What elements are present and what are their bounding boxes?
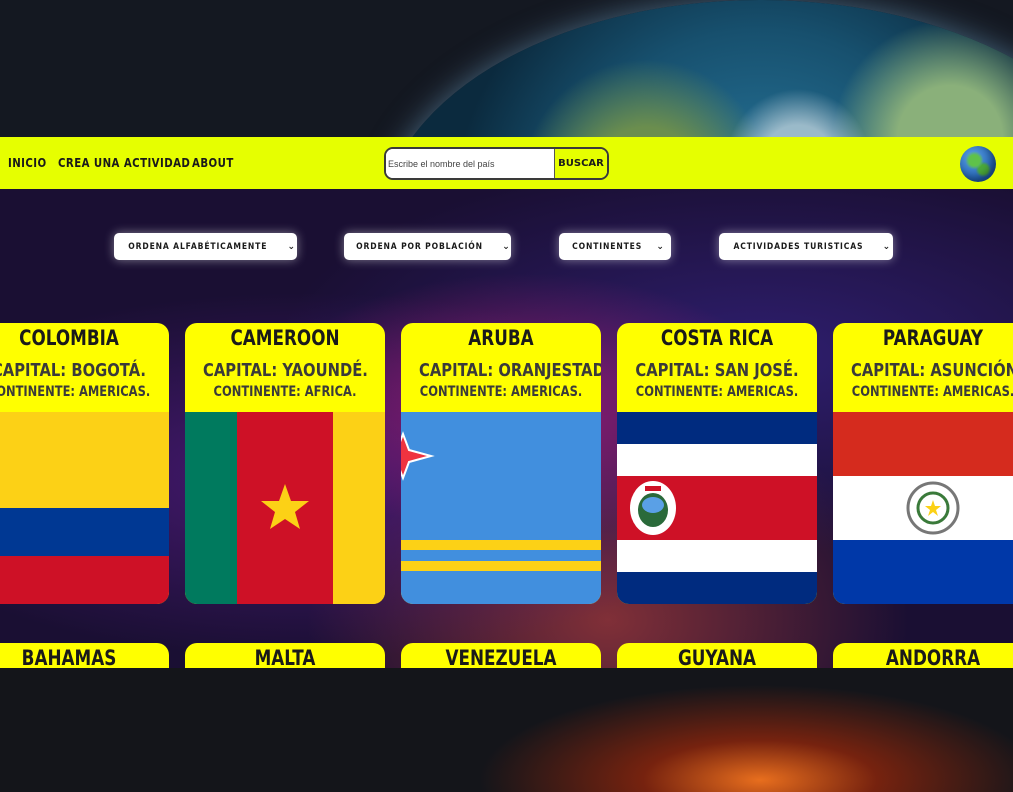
fiery-planet-image	[430, 668, 1013, 792]
paraguay-flag-image	[833, 412, 1013, 604]
country-continent: CONTINENTE: AMERICAS.	[851, 384, 1013, 400]
country-card-bahamas[interactable]: BAHAMAS	[0, 643, 169, 668]
activities-select[interactable]: ACTIVIDADES TURISTICAS ⌄	[719, 233, 893, 260]
country-name: MALTA	[254, 646, 316, 668]
sort-population-select[interactable]: ORDENA POR POBLACIÓN ⌄	[344, 233, 511, 260]
country-name: PARAGUAY	[882, 326, 984, 350]
continents-label: CONTINENTES	[572, 241, 643, 252]
country-name: GUYANA	[677, 646, 757, 668]
country-card-malta[interactable]: MALTA	[185, 643, 385, 668]
colombia-flag-image	[0, 412, 169, 604]
country-continent: CONTINENTE: AMERICAS.	[419, 384, 583, 400]
country-capital: CAPITAL: SAN JOSÉ.	[635, 360, 799, 381]
country-card-guyana[interactable]: GUYANA	[617, 643, 817, 668]
costa-rica-flag-image	[617, 412, 817, 604]
nav-link-inicio[interactable]: INICIO	[8, 156, 46, 170]
chevron-down-icon: ⌄	[502, 241, 510, 251]
country-card-andorra[interactable]: ANDORRA	[833, 643, 1013, 668]
globe-icon[interactable]	[960, 146, 996, 182]
nav-link-about[interactable]: ABOUT	[192, 156, 233, 170]
country-card-colombia[interactable]: COLOMBIA CAPITAL: BOGOTÁ. CONTINENTE: AM…	[0, 323, 169, 604]
cameroon-flag-image	[185, 412, 385, 604]
activities-label: ACTIVIDADES TURISTICAS	[733, 241, 864, 252]
sort-alphabetical-select[interactable]: ORDENA ALFABÉTICAMENTE ⌄	[114, 233, 297, 260]
nav-links: INICIO CREA UNA ACTIVIDAD ABOUT	[8, 137, 233, 189]
country-card-aruba[interactable]: ARUBA CAPITAL: ORANJESTAD. CONTINENTE: A…	[401, 323, 601, 604]
country-continent: CONTINENTE: AFRICA.	[213, 384, 357, 400]
country-continent: CONTINENTE: AMERICAS.	[635, 384, 799, 400]
country-name: VENEZUELA	[445, 646, 557, 668]
country-continent: CONTINENTE: AMERICAS.	[0, 384, 151, 400]
country-name: BAHAMAS	[21, 646, 117, 668]
continents-select[interactable]: CONTINENTES ⌄	[559, 233, 671, 260]
search-bar: BUSCAR	[384, 147, 609, 180]
country-card-paraguay[interactable]: PARAGUAY CAPITAL: ASUNCIÓN. CONTINENTE: …	[833, 323, 1013, 604]
country-capital: CAPITAL: BOGOTÁ.	[0, 360, 147, 381]
chevron-down-icon: ⌄	[287, 241, 296, 251]
sort-population-label: ORDENA POR POBLACIÓN	[356, 241, 484, 252]
nav-link-crea-actividad[interactable]: CREA UNA ACTIVIDAD	[58, 156, 190, 170]
sort-alphabetical-label: ORDENA ALFABÉTICAMENTE	[128, 241, 268, 252]
country-name: CAMEROON	[230, 326, 340, 350]
country-capital: CAPITAL: YAOUNDÉ.	[203, 360, 368, 381]
country-name: COSTA RICA	[660, 326, 774, 350]
country-card-cameroon[interactable]: CAMEROON CAPITAL: YAOUNDÉ. CONTINENTE: A…	[185, 323, 385, 604]
country-name: ARUBA	[468, 326, 534, 350]
country-capital: CAPITAL: ASUNCIÓN.	[851, 360, 1013, 381]
search-button[interactable]: BUSCAR	[554, 149, 607, 178]
country-card-costa-rica[interactable]: COSTA RICA CAPITAL: SAN JOSÉ. CONTINENTE…	[617, 323, 817, 604]
aruba-flag-image	[401, 412, 601, 604]
country-card-venezuela[interactable]: VENEZUELA	[401, 643, 601, 668]
country-capital: CAPITAL: ORANJESTAD.	[419, 360, 601, 381]
search-input[interactable]	[386, 149, 554, 178]
country-name: ANDORRA	[885, 646, 981, 668]
chevron-down-icon: ⌄	[882, 241, 891, 251]
country-name: COLOMBIA	[19, 326, 119, 350]
chevron-down-icon: ⌄	[656, 241, 664, 251]
